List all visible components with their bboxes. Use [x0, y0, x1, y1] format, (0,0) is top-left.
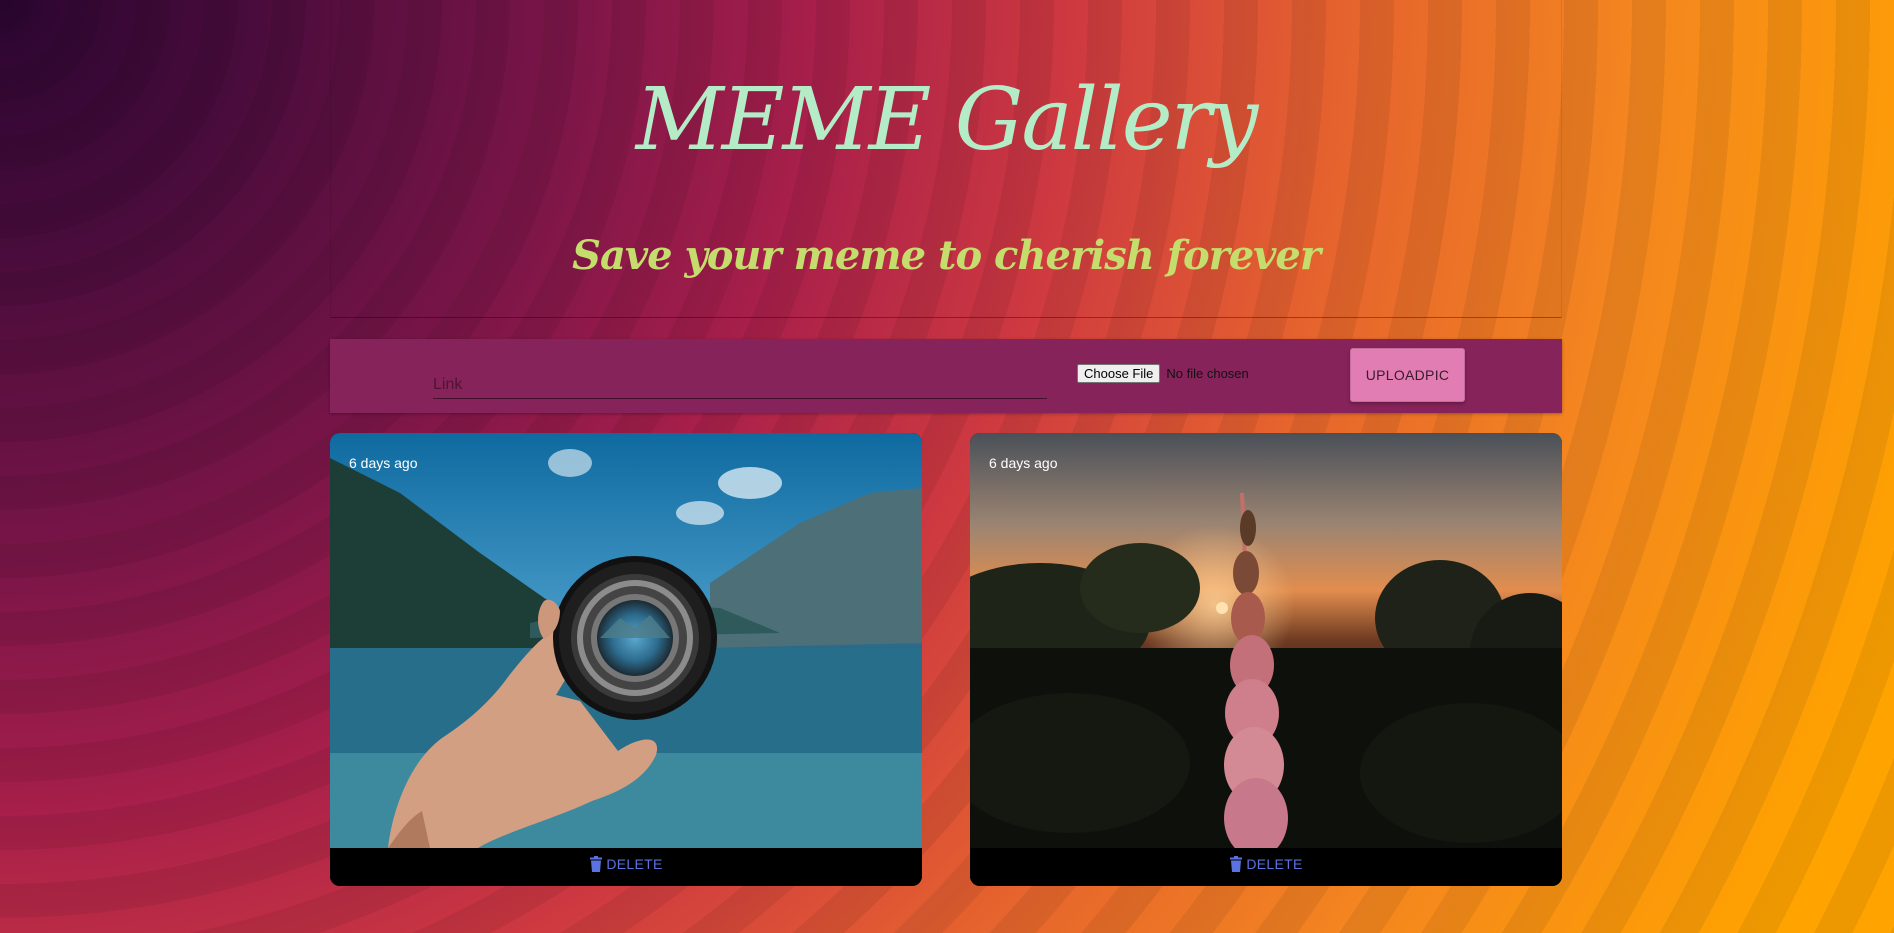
- gallery-card: 6 days ago DELETE: [970, 433, 1562, 886]
- delete-button[interactable]: DELETE: [589, 856, 662, 872]
- file-picker: Choose File No file chosen: [1077, 364, 1249, 383]
- link-input[interactable]: [433, 371, 1047, 399]
- header: MEME Gallery Save your meme to cherish f…: [330, 0, 1562, 318]
- delete-label: DELETE: [606, 856, 663, 872]
- card-timestamp: 6 days ago: [349, 455, 418, 471]
- trash-icon: [589, 856, 603, 872]
- sunset-plant-photo: [970, 433, 1562, 848]
- upload-form: Choose File No file chosen UPLOADPIC: [330, 339, 1562, 413]
- delete-label: DELETE: [1246, 856, 1303, 872]
- delete-button[interactable]: DELETE: [1229, 856, 1302, 872]
- choose-file-button[interactable]: Choose File: [1077, 364, 1161, 383]
- gallery-card: 6 days ago DELETE: [330, 433, 922, 886]
- upload-pic-button[interactable]: UPLOADPIC: [1350, 348, 1465, 402]
- card-actions: DELETE: [970, 848, 1562, 886]
- page-title: MEME Gallery: [635, 70, 1259, 170]
- trash-icon: [1229, 856, 1243, 872]
- page-subtitle: Save your meme to cherish forever: [572, 232, 1321, 279]
- lens-photo: [330, 433, 922, 848]
- card-timestamp: 6 days ago: [989, 455, 1058, 471]
- card-actions: DELETE: [330, 848, 922, 886]
- file-status: No file chosen: [1166, 366, 1249, 381]
